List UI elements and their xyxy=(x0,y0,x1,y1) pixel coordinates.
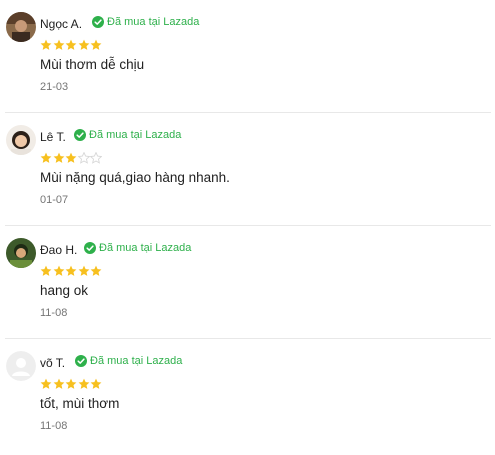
review-content: Mùi thơm dễ chịu xyxy=(40,57,145,72)
star-filled-icon xyxy=(40,378,52,389)
star-filled-icon xyxy=(53,39,64,50)
star-filled-icon xyxy=(40,265,52,276)
star-filled-icon xyxy=(53,378,64,389)
review-content: hang ok xyxy=(40,283,89,298)
star-empty-icon xyxy=(90,152,102,164)
review-item: võ T. Đã mua tại Lazada tốt, mùi thơm 11… xyxy=(0,339,495,452)
default-user-icon xyxy=(6,351,36,381)
star-filled-icon xyxy=(90,39,102,50)
star-filled-icon xyxy=(53,152,64,163)
reviewer-name: Lê T. xyxy=(40,130,66,144)
check-circle-icon xyxy=(84,242,96,254)
avatar xyxy=(6,351,36,381)
reviewer-name: Đao H. xyxy=(40,243,78,257)
rating-stars xyxy=(40,378,103,390)
star-filled-icon xyxy=(65,39,77,50)
avatar xyxy=(6,12,36,42)
star-filled-icon xyxy=(90,265,102,276)
review-date: 11-08 xyxy=(40,307,68,319)
verified-purchase-badge: Đã mua tại Lazada xyxy=(75,355,182,367)
rating-stars xyxy=(40,265,103,277)
rating-stars xyxy=(40,39,103,51)
check-circle-icon xyxy=(75,355,87,367)
review-content: tốt, mùi thơm xyxy=(40,396,120,411)
star-filled-icon xyxy=(53,265,64,276)
verified-label: Đã mua tại Lazada xyxy=(99,242,192,254)
star-filled-icon xyxy=(65,152,77,163)
review-content: Mùi nặng quá,giao hàng nhanh. xyxy=(40,170,230,185)
star-empty-icon xyxy=(77,152,90,164)
verified-purchase-badge: Đã mua tại Lazada xyxy=(74,129,181,141)
check-circle-icon xyxy=(92,16,104,28)
verified-label: Đã mua tại Lazada xyxy=(89,129,182,141)
review-date: 11-08 xyxy=(40,420,68,432)
verified-purchase-badge: Đã mua tại Lazada xyxy=(84,242,191,254)
review-date: 01-07 xyxy=(40,194,69,206)
star-filled-icon xyxy=(40,152,52,163)
review-date: 21-03 xyxy=(40,81,69,93)
verified-label: Đã mua tại Lazada xyxy=(90,355,183,367)
star-filled-icon xyxy=(78,378,89,389)
verified-purchase-badge: Đã mua tại Lazada xyxy=(92,16,199,28)
review-item: Đao H. Đã mua tại Lazada hang ok 11-08 xyxy=(0,226,495,339)
star-filled-icon xyxy=(65,265,77,276)
star-filled-icon xyxy=(90,378,102,389)
star-filled-icon xyxy=(78,39,89,50)
reviewer-name: Ngọc A. xyxy=(40,17,83,31)
check-circle-icon xyxy=(74,129,86,141)
star-filled-icon xyxy=(78,265,89,276)
avatar xyxy=(6,238,36,268)
avatar xyxy=(6,125,36,155)
rating-stars xyxy=(40,152,103,164)
verified-label: Đã mua tại Lazada xyxy=(107,16,200,28)
star-filled-icon xyxy=(65,378,77,389)
review-item: Ngọc A. Đã mua tại Lazada Mùi thơm dễ ch… xyxy=(0,0,495,113)
review-item: Lê T. Đã mua tại Lazada Mùi nặng quá,gia… xyxy=(0,113,495,226)
star-filled-icon xyxy=(40,39,52,50)
reviewer-name: võ T. xyxy=(40,356,66,370)
